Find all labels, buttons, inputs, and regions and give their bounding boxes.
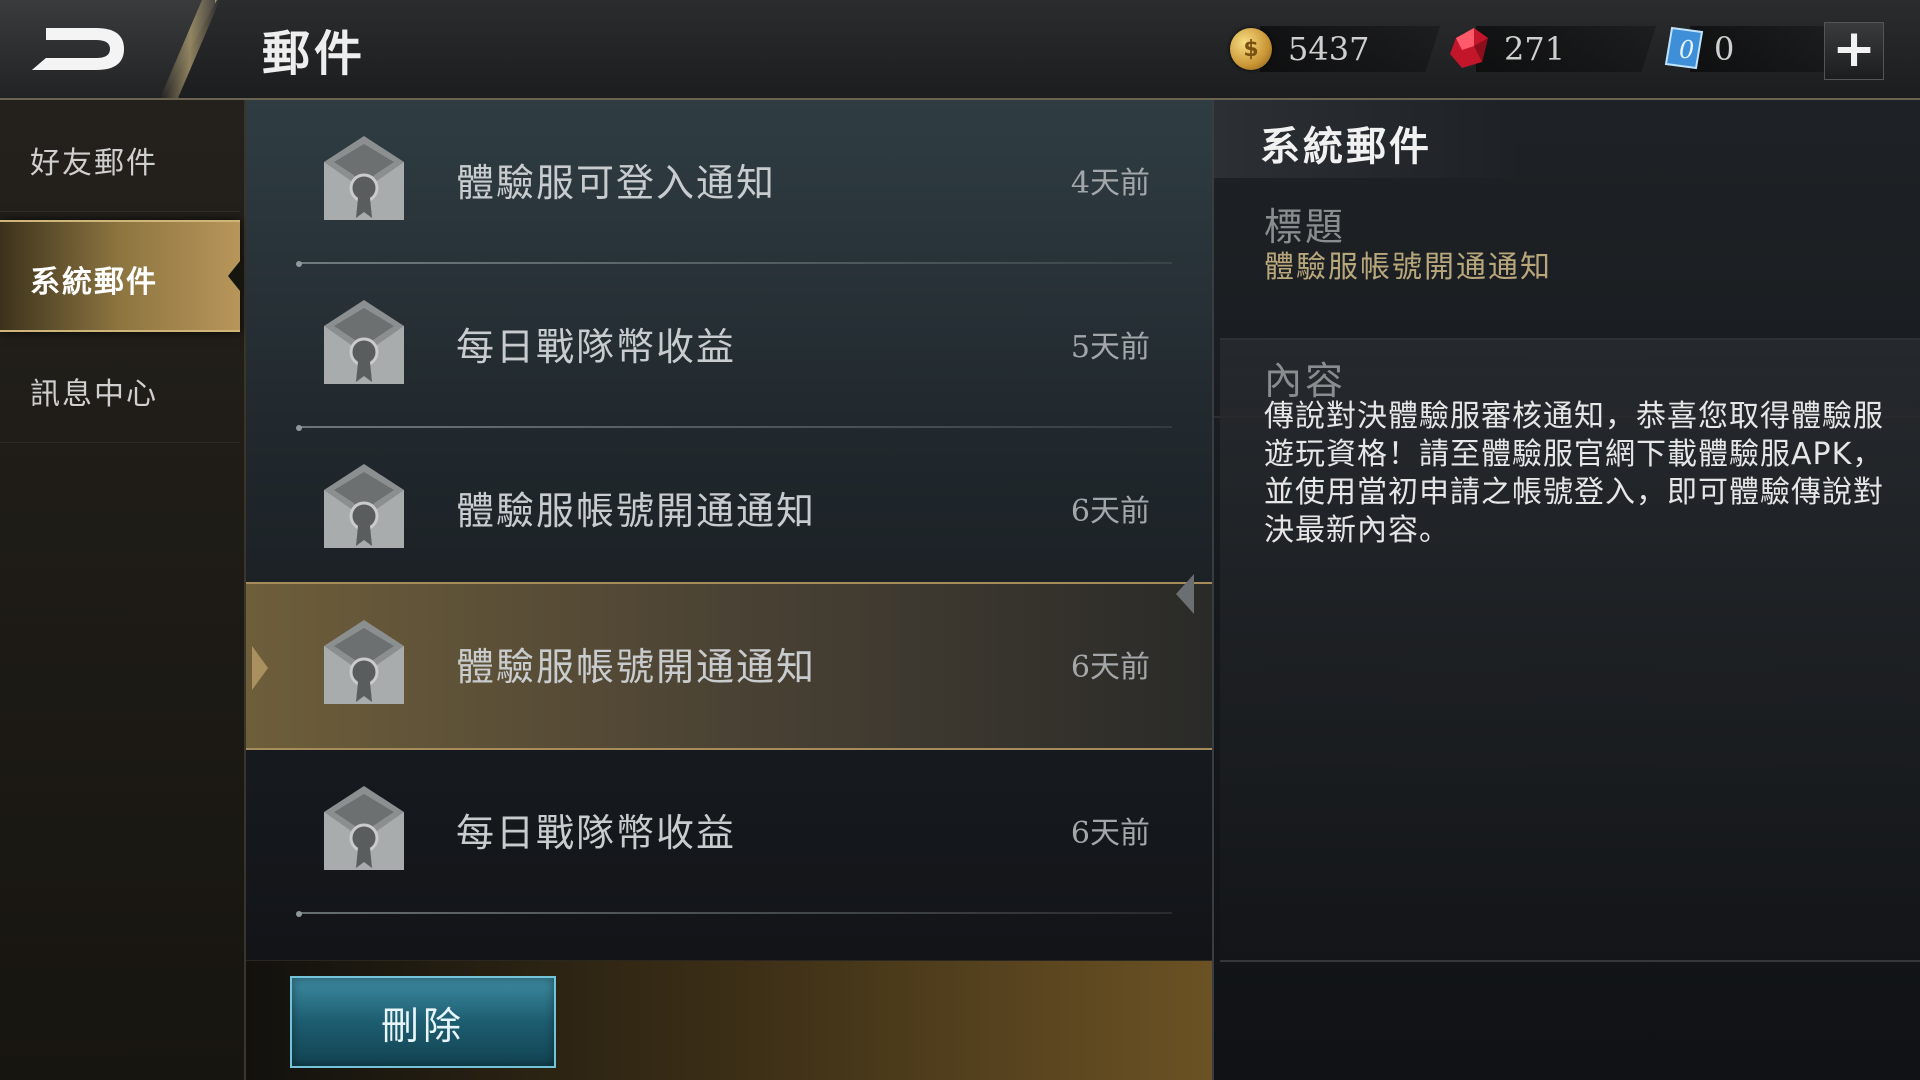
mail-title: 每日戰隊幣收益 [456, 811, 737, 855]
mail-time: 6天前 [1070, 494, 1150, 529]
mail-list-item[interactable]: 每日戰隊幣收益 6天前 [246, 750, 1212, 917]
mail-title: 體驗服帳號開通通知 [456, 645, 817, 689]
add-currency-button[interactable]: + [1824, 22, 1884, 80]
sidebar-item-label: 訊息中心 [30, 377, 158, 412]
mail-time: 4天前 [1070, 166, 1150, 201]
mail-screen: 郵件 $ 5437 271 0 0 + 好友郵件 系統郵件 訊息中心 體驗服可登… [0, 0, 1920, 1080]
delete-button[interactable]: 刪除 [290, 976, 556, 1068]
mail-list: 體驗服可登入通知 4天前 每日戰隊幣收益 5天前 體驗服帳號開通通知 6天前 體… [246, 100, 1212, 960]
mail-list-item[interactable]: 每日戰隊幣收益 5天前 [246, 264, 1212, 431]
mail-title: 體驗服可登入通知 [456, 161, 777, 205]
voucher-card-icon: 0 [1664, 26, 1704, 70]
row-separator [298, 912, 1172, 914]
mail-title: 每日戰隊幣收益 [456, 325, 737, 369]
mail-envelope-icon [324, 136, 404, 220]
sidebar-item-label: 系統郵件 [30, 265, 158, 300]
subject-value: 體驗服帳號開通通知 [1264, 250, 1552, 285]
mail-detail-panel: 系統郵件 標題 體驗服帳號開通通知 內容 傳說對決體驗服審核通知，恭喜您取得體驗… [1212, 100, 1920, 1080]
back-arrow-icon [32, 28, 124, 70]
mail-time: 6天前 [1070, 816, 1150, 851]
svg-text:0: 0 [1679, 36, 1694, 64]
sidebar-item-message-center[interactable]: 訊息中心 [0, 334, 240, 443]
mail-time: 6天前 [1070, 650, 1150, 685]
content-text: 傳說對決體驗服審核通知，恭喜您取得體驗服遊玩資格！請至體驗服官網下載體驗服APK… [1264, 399, 1884, 548]
detail-pointer-icon [1176, 574, 1194, 614]
mail-list-item[interactable]: 體驗服可登入通知 4天前 [246, 100, 1212, 267]
mail-title: 體驗服帳號開通通知 [456, 489, 817, 533]
sidebar-item-label: 好友郵件 [30, 146, 158, 181]
page-title: 郵件 [262, 26, 367, 82]
mail-envelope-icon [324, 786, 404, 870]
content-label: 內容 [1264, 359, 1347, 403]
voucher-amount: 0 [1714, 30, 1735, 68]
mail-list-item-selected[interactable]: 體驗服帳號開通通知 6天前 [246, 582, 1212, 750]
gold-amount: 5437 [1288, 30, 1370, 68]
gold-coin-icon: $ [1230, 28, 1272, 70]
ruby-gem-icon [1450, 28, 1488, 68]
mail-category-sidebar: 好友郵件 系統郵件 訊息中心 [0, 100, 246, 1080]
top-bar: 郵件 $ 5437 271 0 0 + [0, 0, 1920, 103]
mail-envelope-icon [324, 620, 404, 704]
mail-envelope-icon [324, 464, 404, 548]
detail-heading: 系統郵件 [1260, 124, 1432, 170]
mail-envelope-icon [324, 300, 404, 384]
mail-list-item[interactable]: 體驗服帳號開通通知 6天前 [246, 428, 1212, 592]
sidebar-item-friend-mail[interactable]: 好友郵件 [0, 103, 240, 212]
sidebar-item-system-mail[interactable]: 系統郵件 [0, 220, 244, 332]
mail-time: 5天前 [1070, 330, 1150, 365]
diamond-amount: 271 [1504, 30, 1566, 68]
